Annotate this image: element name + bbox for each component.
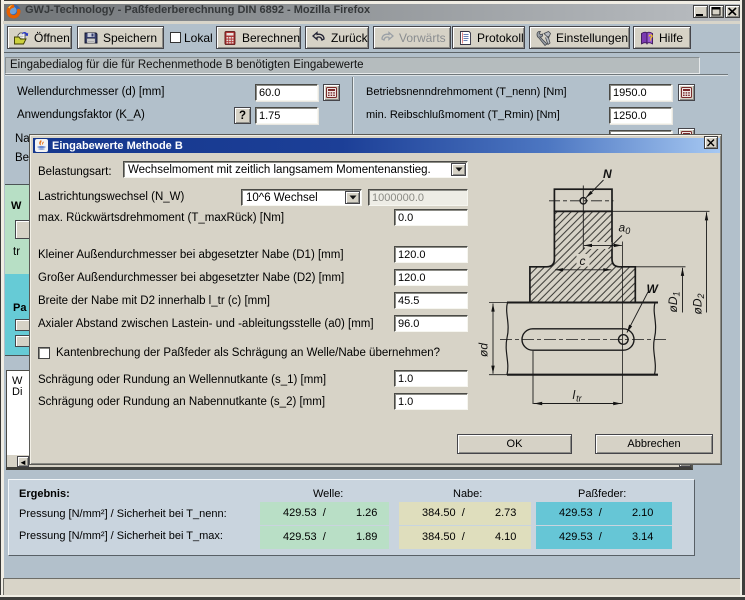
svg-text:a0: a0 <box>619 221 631 237</box>
svg-text:c: c <box>580 254 586 268</box>
svg-text:ltr: ltr <box>573 388 583 404</box>
svg-text:W: W <box>647 282 660 296</box>
svg-text:øD2: øD2 <box>691 293 707 314</box>
svg-text:N: N <box>603 167 612 181</box>
svg-text:øD1: øD1 <box>666 291 682 312</box>
svg-text:ød: ød <box>477 343 491 357</box>
svg-text:?: ? <box>648 33 653 42</box>
